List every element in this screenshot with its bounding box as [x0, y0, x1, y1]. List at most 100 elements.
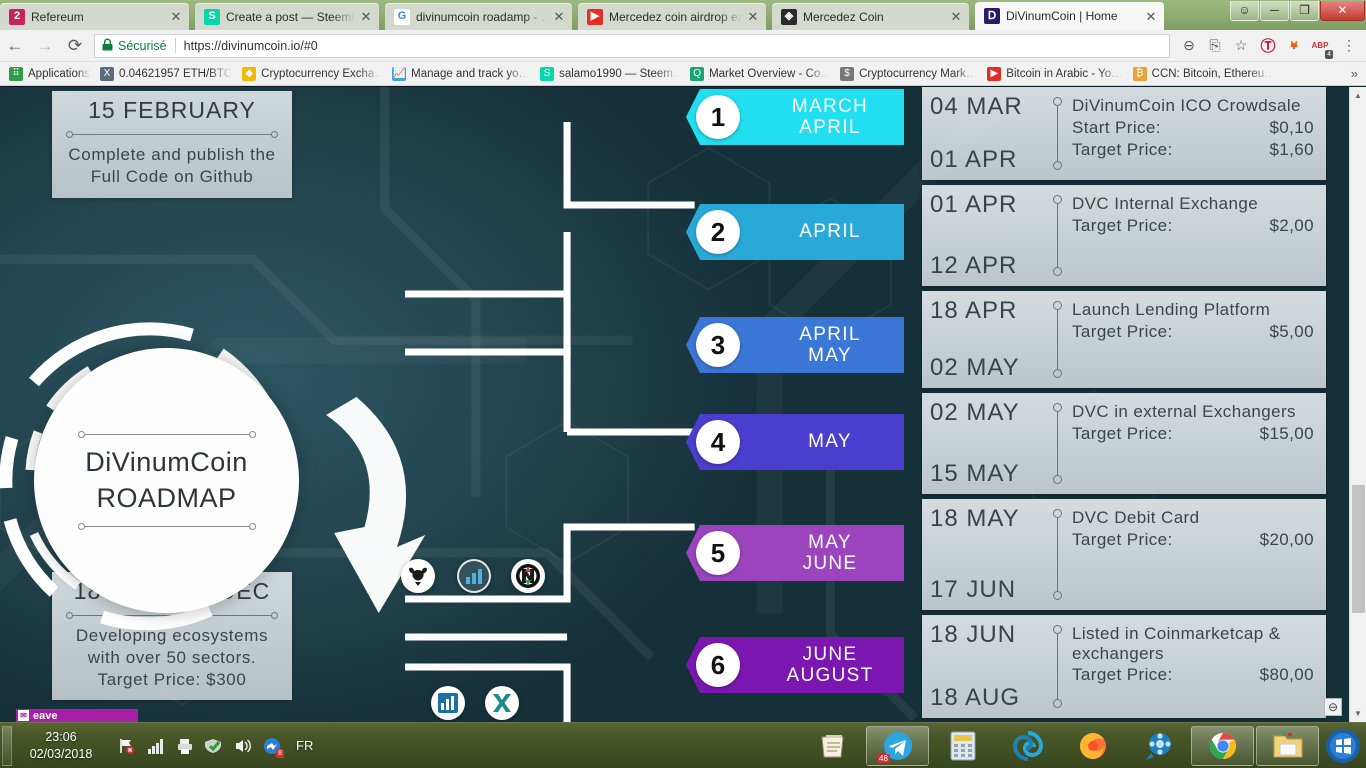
mercedez-icon: ◈ [781, 8, 797, 25]
zoom-indicator-button[interactable]: ⊖ [1324, 698, 1342, 716]
detail-connector [1046, 291, 1068, 388]
scroll-down-button[interactable]: ▼ [1350, 705, 1366, 722]
phase-pill-5[interactable]: 5 MAY JUNE [686, 525, 904, 581]
language-indicator[interactable]: FR [296, 738, 313, 753]
start-orb[interactable] [1320, 725, 1366, 767]
security-shield-icon[interactable] [204, 736, 224, 756]
reload-icon[interactable]: ⟳ [60, 37, 90, 54]
price-value: $15,00 [1259, 423, 1314, 443]
milestone-card-february: 15 FEBRUARY Complete and publish the Ful… [52, 91, 292, 198]
bookmark-item-6[interactable]: Q Market Overview - Co… [685, 64, 835, 84]
bookmarks-overflow-icon[interactable]: » [1351, 66, 1358, 81]
tab-close-icon[interactable]: ✕ [1144, 10, 1158, 23]
google-icon: G [394, 8, 410, 25]
phase-pill-4[interactable]: 4 MAY [686, 414, 904, 470]
roadmap-logo: DiVinumCoin ROADMAP [0, 320, 330, 640]
trustpilot-extension[interactable]: Ⓣ [1256, 34, 1280, 58]
signal-bars-icon[interactable] [146, 736, 166, 756]
chrome-menu-icon[interactable]: ⋮ [1336, 37, 1362, 54]
bookmark-item-1[interactable]: ⠿ Applications [4, 64, 95, 84]
detail-title: Launch Lending Platform [1072, 300, 1271, 319]
blue-bar-chart-icon[interactable] [431, 686, 465, 720]
n-compass-icon[interactable] [511, 559, 545, 593]
telegram-taskbar-icon[interactable]: 48 [866, 725, 929, 766]
printer-icon[interactable] [175, 736, 195, 756]
bookmark-item-5[interactable]: Ssalamo1990 — Steem… [535, 64, 685, 84]
scroll-up-button[interactable]: ▲ [1350, 87, 1366, 104]
firefox-taskbar-icon[interactable] [1061, 726, 1124, 766]
browser-tab-3[interactable]: Gdivinumcoin roadamp - … ✕ [385, 3, 572, 30]
browser-tab-5[interactable]: ◈ Mercedez Coin ✕ [772, 3, 969, 30]
detail-date-end: 18 AUG [930, 684, 1021, 711]
tab-close-icon[interactable]: ✕ [552, 10, 566, 23]
phase-label: MAY [808, 431, 852, 453]
scrollbar-thumb[interactable] [1352, 485, 1365, 613]
bookmark-item-9[interactable]: ₿ CCN: Bitcoin, Ethereu… [1128, 64, 1278, 84]
browser-tab-1[interactable]: 2 Refereum ✕ [0, 3, 189, 30]
bookmark-label: 0.04621957 ETH/BTC [119, 67, 233, 80]
bar-chart-icon[interactable] [457, 559, 491, 593]
tab-close-icon[interactable]: ✕ [746, 10, 760, 23]
detail-price-row: Start Price: $0,10 [1072, 118, 1314, 138]
browser-tab-4[interactable]: ▶ Mercedez coin airdrop ea… ✕ [578, 3, 766, 30]
chrome-taskbar-icon[interactable] [1191, 725, 1254, 766]
tab-label: Create a post — Steemit [226, 9, 355, 24]
clock[interactable]: 23:06 02/03/2018 [15, 729, 107, 763]
navigation-bar: ← → ⟳ Sécurisé https://divinumcoin.io/#0… [0, 30, 1366, 62]
maximize-button[interactable]: ❐ [1290, 1, 1319, 21]
tab-close-icon[interactable]: ✕ [359, 10, 373, 23]
phase-pill-3[interactable]: 3 APRIL MAY [686, 317, 904, 373]
bookmark-item-7[interactable]: $ Cryptocurrency Mark… [835, 64, 982, 84]
detail-title: DiVinumCoin ICO Crowdsale [1072, 96, 1301, 115]
back-icon[interactable]: ← [0, 37, 30, 54]
calculator-taskbar-icon[interactable] [931, 726, 994, 766]
browser-tab-6[interactable]: Ⅾ DiVinumCoin | Home ✕ [975, 2, 1164, 30]
detail-date-start: 02 MAY [930, 399, 1020, 426]
page-scrollbar[interactable]: ▲ ▼ [1349, 87, 1366, 722]
translate-icon[interactable]: ⎘ [1202, 37, 1228, 54]
bookmark-item-4[interactable]: 📈 Manage and track yo… [387, 64, 535, 84]
detail-price-row: Target Price: $80,00 [1072, 665, 1314, 685]
logo-bottom-rule [77, 523, 256, 530]
show-desktop-button[interactable] [2, 725, 12, 766]
close-window-button[interactable]: ✕ [1320, 1, 1365, 21]
detail-date-start: 18 JUN [930, 621, 1017, 648]
file-explorer-taskbar-icon[interactable] [1256, 725, 1319, 766]
tab-close-icon[interactable]: ✕ [169, 10, 183, 23]
tab-close-icon[interactable]: ✕ [949, 10, 963, 23]
ccn-icon: ₿ [1132, 66, 1147, 81]
network-disconnected-icon[interactable] [117, 736, 137, 756]
zoom-out-icon[interactable]: ⊖ [1176, 37, 1202, 54]
metamask-extension[interactable]: 🦊 [1282, 34, 1306, 58]
phase-pill-1[interactable]: 1 MARCH APRIL [686, 89, 904, 145]
phase-pill-6[interactable]: 6 JUNE AUGUST [686, 637, 904, 693]
media-player-taskbar-icon[interactable] [1126, 726, 1189, 766]
bull-head-icon[interactable] [401, 559, 435, 593]
user-switch-button[interactable]: ☺ [1230, 1, 1259, 21]
background-window-titlebar[interactable]: ✉ eave [16, 709, 138, 722]
adblock-plus-extension[interactable]: ABP 4 [1308, 34, 1333, 59]
lock-icon [102, 38, 113, 54]
browser-tab-2[interactable]: S Create a post — Steemit ✕ [195, 3, 379, 30]
bookmark-item-8[interactable]: ▶ Bitcoin in Arabic - Yo… [982, 64, 1127, 84]
phase-pill-2[interactable]: 2 APRIL [686, 204, 904, 260]
phase-number: 4 [696, 420, 740, 464]
bookmark-label: Applications [28, 67, 91, 80]
detail-date-end: 12 APR [930, 252, 1018, 279]
youtube-icon: ▶ [587, 8, 603, 25]
minimize-button[interactable]: ─ [1260, 1, 1289, 21]
spiral-app-taskbar-icon[interactable] [996, 726, 1059, 766]
address-bar[interactable]: Sécurisé https://divinumcoin.io/#0 [94, 33, 1170, 58]
refereum-icon: 2 [9, 8, 25, 25]
forward-icon[interactable]: → [30, 37, 60, 54]
bookmark-item-3[interactable]: ◆ Cryptocurrency Excha… [237, 64, 387, 84]
price-label: Target Price: [1072, 321, 1173, 341]
detail-date-start: 18 MAY [930, 505, 1020, 532]
x-exchange-icon[interactable] [485, 686, 519, 720]
messenger-icon[interactable]: 8 [262, 736, 284, 758]
notepad-taskbar-icon[interactable] [801, 726, 864, 766]
bookmarks-bar: ⠿ Applications X 0.04621957 ETH/BTC ◆ Cryptoc… [0, 62, 1366, 86]
bookmark-item-2[interactable]: X 0.04621957 ETH/BTC [95, 64, 237, 84]
bookmark-star-icon[interactable]: ☆ [1228, 37, 1254, 54]
volume-icon[interactable] [233, 736, 253, 756]
